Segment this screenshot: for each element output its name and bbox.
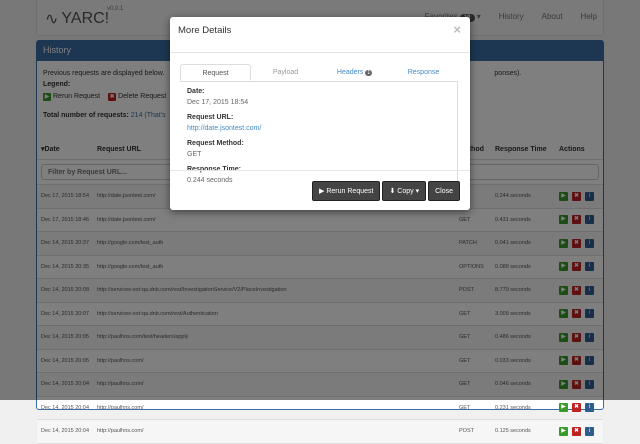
cell-actions: ▶ ✖ i — [555, 419, 603, 444]
headers-badge: 1 — [365, 70, 373, 76]
field-label: Request Method: — [187, 140, 244, 147]
copy-button[interactable]: ⬇ Copy ▾ — [382, 180, 427, 201]
table-row[interactable]: Dec 14, 2015 20:04 http://paulhns.com/POS… — [37, 419, 603, 444]
close-button[interactable]: Close — [428, 180, 460, 201]
field-value: GET — [187, 151, 202, 158]
info-icon[interactable]: i — [585, 426, 594, 436]
tab-payload[interactable]: Payload — [251, 64, 320, 81]
play-icon: ▶ — [319, 187, 325, 195]
close-icon[interactable]: × — [453, 22, 461, 37]
cell-url: http://paulhns.com/ — [93, 419, 455, 444]
cell-time: 0.125 seconds — [491, 419, 555, 444]
rerun-icon[interactable]: ▶ — [559, 403, 568, 413]
modal-title: More Details — [178, 25, 232, 36]
cell-date: Dec 14, 2015 20:04 — [37, 419, 93, 444]
rerun-button[interactable]: ▶ Rerun Request — [312, 180, 381, 201]
field-label: Request URL: — [187, 114, 234, 121]
field-value: http://date.jsontest.com/ — [187, 125, 262, 132]
field-label: Date: — [187, 88, 205, 95]
delete-icon[interactable]: ✖ — [572, 426, 581, 436]
more-details-modal: More Details × Request Payload Headers 1 … — [170, 17, 470, 210]
cell-method: POST — [455, 419, 491, 444]
tab-response[interactable]: Response — [389, 64, 458, 81]
download-icon: ⬇ — [389, 187, 396, 195]
delete-icon[interactable]: ✖ — [572, 403, 581, 413]
field-value: Dec 17, 2015 18:54 — [187, 99, 249, 106]
tab-request[interactable]: Request — [180, 64, 251, 81]
rerun-icon[interactable]: ▶ — [559, 426, 568, 436]
tab-headers[interactable]: Headers 1 — [320, 64, 389, 81]
info-icon[interactable]: i — [585, 403, 594, 413]
